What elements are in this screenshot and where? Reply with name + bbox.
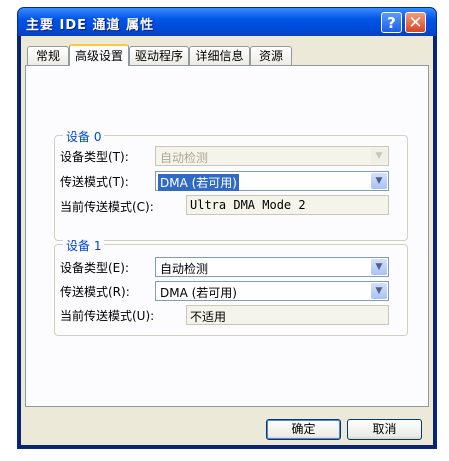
device-0-mode-label: 传送模式(T): bbox=[60, 175, 129, 189]
device-0-type-label: 设备类型(T): bbox=[60, 150, 129, 164]
tab-details[interactable]: 详细信息 bbox=[189, 46, 250, 65]
device-0-mode-value: DMA (若可用) bbox=[158, 174, 239, 191]
device-1-type-label: 设备类型(E): bbox=[60, 261, 129, 275]
help-button[interactable]: ? bbox=[381, 12, 402, 33]
device-0-type-select: 自动检测 ▼ bbox=[155, 146, 389, 166]
device-1-mode-select[interactable]: DMA (若可用) ▼ bbox=[155, 281, 389, 301]
chevron-down-icon[interactable]: ▼ bbox=[371, 283, 387, 299]
advanced-settings-panel: 设备 0 设备类型(T): 自动检测 ▼ 传送模式(T): DMA (若可用) … bbox=[25, 65, 429, 407]
device-0-type-value: 自动检测 bbox=[160, 151, 209, 165]
window-title: 主要 IDE 通道 属性 bbox=[26, 18, 155, 33]
cancel-button[interactable]: 取消 bbox=[347, 419, 422, 440]
tab-resources[interactable]: 资源 bbox=[250, 46, 292, 65]
tab-driver[interactable]: 驱动程序 bbox=[129, 46, 189, 65]
device-1-type-value: 自动检测 bbox=[160, 262, 209, 276]
properties-dialog: 主要 IDE 通道 属性 ? ✕ 常规 高级设置 驱动程序 详细信息 资源 设备… bbox=[17, 7, 437, 449]
device-0-mode-select[interactable]: DMA (若可用) ▼ bbox=[155, 171, 389, 191]
chevron-down-icon[interactable]: ▼ bbox=[371, 173, 387, 189]
device-1-current-value: 不适用 bbox=[190, 310, 227, 324]
device-1-mode-value: DMA (若可用) bbox=[160, 286, 237, 300]
device-1-legend: 设备 1 bbox=[63, 237, 105, 254]
device-0-legend: 设备 0 bbox=[63, 128, 105, 145]
chevron-down-icon: ▼ bbox=[371, 148, 387, 164]
tab-advanced-settings[interactable]: 高级设置 bbox=[69, 44, 129, 66]
device-1-group: 设备 1 设备类型(E): 自动检测 ▼ 传送模式(R): DMA (若可用) … bbox=[54, 237, 408, 336]
device-0-current-value: Ultra DMA Mode 2 bbox=[190, 198, 306, 212]
device-0-current-field: Ultra DMA Mode 2 bbox=[186, 195, 389, 215]
close-button[interactable]: ✕ bbox=[405, 12, 426, 33]
device-1-current-field: 不适用 bbox=[186, 305, 389, 325]
device-1-mode-label: 传送模式(R): bbox=[60, 285, 130, 299]
title-bar[interactable]: 主要 IDE 通道 属性 ? ✕ bbox=[18, 8, 436, 36]
device-0-current-label: 当前传送模式(C): bbox=[60, 200, 154, 214]
tab-general[interactable]: 常规 bbox=[27, 46, 69, 65]
chevron-down-icon[interactable]: ▼ bbox=[371, 259, 387, 275]
device-1-current-label: 当前传送模式(U): bbox=[60, 309, 155, 323]
device-0-group: 设备 0 设备类型(T): 自动检测 ▼ 传送模式(T): DMA (若可用) … bbox=[54, 128, 408, 241]
ok-button[interactable]: 确定 bbox=[266, 419, 341, 440]
dialog-body: 常规 高级设置 驱动程序 详细信息 资源 设备 0 设备类型(T): 自动检测 … bbox=[21, 36, 433, 445]
device-1-type-select[interactable]: 自动检测 ▼ bbox=[155, 257, 389, 277]
